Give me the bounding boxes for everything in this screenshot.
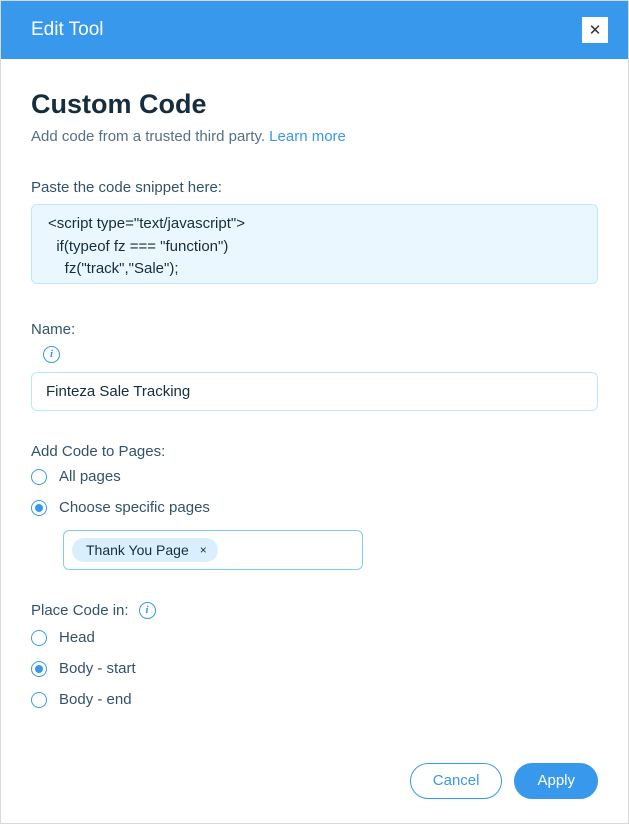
radio-body-end[interactable] (31, 692, 47, 708)
page-tag: Thank You Page × (72, 538, 218, 562)
info-icon[interactable]: i (43, 346, 60, 363)
radio-row-head[interactable]: Head (31, 629, 598, 646)
radio-row-choose-pages[interactable]: Choose specific pages (31, 499, 598, 516)
learn-more-link[interactable]: Learn more (269, 128, 346, 145)
radio-label-body-start: Body - start (59, 660, 136, 677)
page-subtitle: Add code from a trusted third party. Lea… (31, 128, 598, 145)
radio-label-choose-pages: Choose specific pages (59, 499, 210, 516)
cancel-button[interactable]: Cancel (410, 763, 503, 799)
radio-all-pages[interactable] (31, 469, 47, 485)
tag-remove-icon[interactable]: × (197, 543, 210, 557)
code-input[interactable] (31, 204, 598, 284)
subtitle-text: Add code from a trusted third party. (31, 128, 269, 145)
radio-label-head: Head (59, 629, 95, 646)
radio-row-all-pages[interactable]: All pages (31, 468, 598, 485)
radio-head[interactable] (31, 630, 47, 646)
close-button[interactable]: ✕ (582, 17, 608, 43)
page-tag-label: Thank You Page (86, 542, 189, 558)
radio-row-body-start[interactable]: Body - start (31, 660, 598, 677)
radio-label-all-pages: All pages (59, 468, 121, 485)
modal-footer: Cancel Apply (1, 751, 628, 823)
pages-tag-input[interactable]: Thank You Page × (63, 530, 363, 570)
close-icon: ✕ (589, 23, 602, 38)
radio-label-body-end: Body - end (59, 691, 132, 708)
code-label: Paste the code snippet here: (31, 179, 598, 196)
page-title: Custom Code (31, 89, 598, 120)
place-radio-group: Head Body - start Body - end (31, 629, 598, 708)
name-input[interactable] (31, 372, 598, 411)
radio-row-body-end[interactable]: Body - end (31, 691, 598, 708)
radio-choose-pages[interactable] (31, 500, 47, 516)
pages-radio-group: All pages Choose specific pages Thank Yo… (31, 468, 598, 570)
modal-body: Custom Code Add code from a trusted thir… (1, 59, 628, 751)
info-icon[interactable]: i (139, 602, 156, 619)
modal-title: Edit Tool (31, 19, 104, 41)
apply-button[interactable]: Apply (514, 763, 598, 799)
name-label: Name: (31, 321, 598, 338)
modal-header: Edit Tool ✕ (1, 1, 628, 59)
pages-label: Add Code to Pages: (31, 443, 598, 460)
radio-body-start[interactable] (31, 661, 47, 677)
place-label: Place Code in: (31, 602, 129, 619)
